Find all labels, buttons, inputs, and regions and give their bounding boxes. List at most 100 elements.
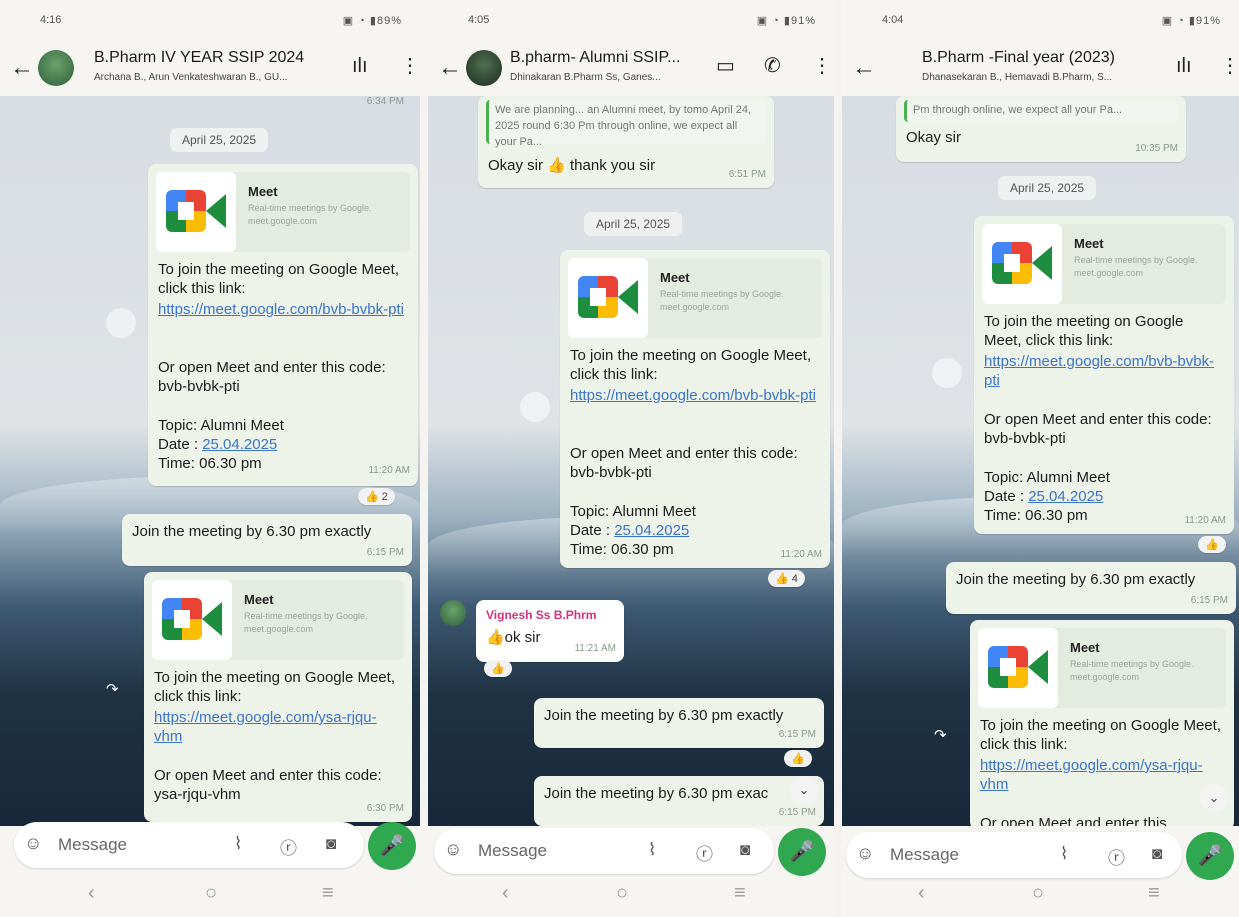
scroll-down-chevron-icon[interactable]: ⌄ <box>1200 784 1228 812</box>
forward-icon[interactable]: ↷ <box>106 680 119 698</box>
nav-home-icon[interactable]: ○ <box>616 882 628 905</box>
back-arrow-icon[interactable]: ← <box>852 56 876 80</box>
message-text: To join the meeting on Google Meet, clic… <box>154 669 395 705</box>
chat-title[interactable]: B.Pharm -Final year (2023) <box>922 49 1115 67</box>
scroll-down-chevron-icon[interactable]: ⌄ <box>790 776 818 804</box>
date-link[interactable]: 25.04.2025 <box>614 522 689 539</box>
chat-area[interactable]: We are planning... an Alumni meet, by to… <box>428 96 834 826</box>
reaction-badge[interactable]: 👍 <box>484 660 512 677</box>
phone-call-icon[interactable]: ✆ <box>764 56 781 76</box>
meet-link[interactable]: https://meet.google.com/bvb-bvbk-pti <box>570 386 820 405</box>
quoted-message[interactable]: Pm through online, we expect all your Pa… <box>904 100 1178 122</box>
text-message[interactable]: Join the meeting by 6.30 pm exactly 6:15… <box>534 698 824 748</box>
sender-name[interactable]: Vignesh Ss B.Phrm <box>486 606 614 625</box>
reaction-badge[interactable]: 👍 4 <box>768 570 805 587</box>
group-avatar[interactable] <box>38 50 74 86</box>
quoted-message[interactable]: We are planning... an Alumni meet, by to… <box>486 100 766 148</box>
message-input-bar[interactable]: ☺ Message ⌇ ⓡ ◙ <box>434 828 774 874</box>
text-message[interactable]: Join the meeting by 6.30 pm exactly 6:15… <box>122 514 412 566</box>
date-link[interactable]: 25.04.2025 <box>202 436 277 453</box>
forward-icon[interactable] <box>932 358 962 388</box>
group-avatar[interactable] <box>886 50 904 86</box>
payment-icon[interactable]: ⓡ <box>1108 844 1125 869</box>
message-time: 11:20 AM <box>780 549 822 560</box>
message-input[interactable]: Message <box>478 841 547 861</box>
more-options-icon[interactable]: ⋮ <box>812 56 832 76</box>
meet-link[interactable]: https://meet.google.com/bvb-bvbk-pti <box>158 300 408 319</box>
reaction-badge[interactable]: 👍 2 <box>358 488 395 505</box>
forward-icon[interactable] <box>106 308 136 338</box>
attach-icon[interactable]: ⌇ <box>234 834 242 854</box>
message-input[interactable]: Message <box>890 845 959 865</box>
sender-avatar[interactable] <box>440 600 466 626</box>
chat-members[interactable]: Dhinakaran B.Pharm Ss, Ganes... <box>510 72 661 83</box>
voice-chat-icon[interactable]: ılı <box>1176 56 1192 76</box>
message-input-bar[interactable]: ☺ Message ⌇ ⓡ ◙ <box>14 822 364 868</box>
phone-screen-3: 4:04 ▣ ◔ ▮91% ← B.Pharm -Final year (202… <box>842 0 1239 917</box>
nav-recents-icon[interactable]: ≡ <box>734 882 746 905</box>
forward-icon[interactable] <box>520 392 550 422</box>
meet-invite-message[interactable]: Meet Real-time meetings by Google. meet.… <box>970 620 1234 826</box>
nav-recents-icon[interactable]: ≡ <box>322 882 334 905</box>
voice-chat-icon[interactable]: ılı <box>352 56 368 76</box>
mic-button[interactable]: 🎤 <box>778 828 826 876</box>
back-arrow-icon[interactable]: ← <box>10 56 34 80</box>
link-preview[interactable]: Meet Real-time meetings by Google. meet.… <box>982 224 1226 304</box>
nav-back-icon[interactable]: ‹ <box>502 882 509 905</box>
forward-icon[interactable]: ↷ <box>934 726 947 744</box>
nav-back-icon[interactable]: ‹ <box>918 882 925 905</box>
chat-title[interactable]: B.pharm- Alumni SSIP... <box>510 49 680 67</box>
attach-icon[interactable]: ⌇ <box>648 840 656 860</box>
chat-members[interactable]: Dhanasekaran B., Hemavadi B.Pharm, S... <box>922 72 1112 83</box>
sticker-icon[interactable]: ☺ <box>444 839 462 860</box>
nav-back-icon[interactable]: ‹ <box>88 882 95 905</box>
nav-home-icon[interactable]: ○ <box>1032 882 1044 905</box>
chat-members[interactable]: Archana B., Arun Venkateshwaran B., GU..… <box>94 72 287 83</box>
video-call-icon[interactable]: ▭ <box>716 56 735 76</box>
link-preview[interactable]: Meet Real-time meetings by Google. meet.… <box>152 580 404 660</box>
meet-link[interactable]: https://meet.google.com/ysa-rjqu-vhm <box>154 708 402 746</box>
camera-icon[interactable]: ◙ <box>326 834 336 854</box>
link-preview[interactable]: Meet Real-time meetings by Google. meet.… <box>978 628 1226 708</box>
reaction-badge[interactable]: 👍 <box>784 750 812 767</box>
reaction-badge[interactable]: 👍 <box>1198 536 1226 553</box>
attach-icon[interactable]: ⌇ <box>1060 844 1068 864</box>
meet-link[interactable]: https://meet.google.com/bvb-bvbk-pti <box>984 352 1224 390</box>
text-message[interactable]: Join the meeting by 6.30 pm exactly 6:15… <box>946 562 1236 614</box>
payment-icon[interactable]: ⓡ <box>696 840 713 865</box>
meet-invite-message[interactable]: Meet Real-time meetings by Google. meet.… <box>974 216 1234 534</box>
meet-invite-message[interactable]: Meet Real-time meetings by Google. meet.… <box>144 572 412 822</box>
chat-area[interactable]: Pm through online, we expect all your Pa… <box>842 96 1239 826</box>
reply-message[interactable]: Pm through online, we expect all your Pa… <box>896 96 1186 162</box>
more-options-icon[interactable]: ⋮ <box>1220 56 1239 76</box>
meet-invite-message[interactable]: Meet Real-time meetings by Google. meet.… <box>560 250 830 568</box>
camera-icon[interactable]: ◙ <box>1152 844 1162 864</box>
chat-title[interactable]: B.Pharm IV YEAR SSIP 2024 <box>94 49 304 67</box>
mic-button[interactable]: 🎤 <box>368 822 416 870</box>
message-text: Or open Meet and enter this code: bvb-bv… <box>984 411 1212 447</box>
message-text: To join the meeting on Google Meet, clic… <box>158 261 399 297</box>
nav-home-icon[interactable]: ○ <box>205 882 217 905</box>
group-avatar[interactable] <box>466 50 502 86</box>
sticker-icon[interactable]: ☺ <box>24 833 42 854</box>
date-chip: April 25, 2025 <box>170 128 269 152</box>
preview-description: Real-time meetings by Google. meet.googl… <box>660 289 784 312</box>
incoming-message[interactable]: Vignesh Ss B.Phrm 👍ok sir 11:21 AM <box>476 600 624 662</box>
camera-icon[interactable]: ◙ <box>740 840 750 860</box>
meet-invite-message[interactable]: Meet Real-time meetings by Google. meet.… <box>148 164 418 486</box>
reply-message[interactable]: We are planning... an Alumni meet, by to… <box>478 96 774 188</box>
chat-header: ← B.Pharm -Final year (2023) Dhanasekara… <box>842 40 1239 98</box>
link-preview[interactable]: Meet Real-time meetings by Google. meet.… <box>156 172 410 252</box>
nav-recents-icon[interactable]: ≡ <box>1148 882 1160 905</box>
text-message[interactable]: Join the meeting by 6.30 pm exac 6:15 PM <box>534 776 824 826</box>
meet-link[interactable]: https://meet.google.com/ysa-rjqu-vhm <box>980 756 1224 794</box>
payment-icon[interactable]: ⓡ <box>280 834 297 859</box>
date-link[interactable]: 25.04.2025 <box>1028 488 1103 505</box>
more-options-icon[interactable]: ⋮ <box>400 56 420 76</box>
link-preview[interactable]: Meet Real-time meetings by Google. meet.… <box>568 258 822 338</box>
chat-area[interactable]: 6:34 PM April 25, 2025 Meet Real-time me… <box>0 96 420 826</box>
back-arrow-icon[interactable]: ← <box>438 56 462 80</box>
sticker-icon[interactable]: ☺ <box>856 843 874 864</box>
message-text: Or open Meet and enter this code: bvb-bv… <box>158 359 386 395</box>
message-input[interactable]: Message <box>58 835 127 855</box>
